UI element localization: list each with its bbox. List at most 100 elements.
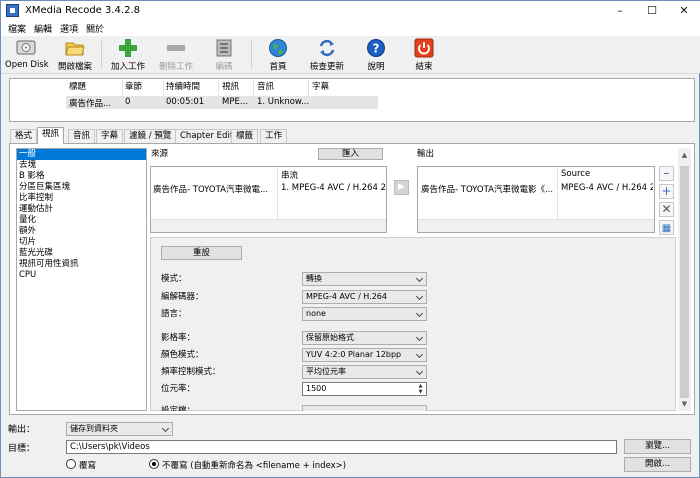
- remove-job-button[interactable]: 刪除工作: [155, 38, 197, 72]
- column-divider: [277, 167, 278, 219]
- browse-button[interactable]: 瀏覽...: [624, 439, 691, 454]
- add-stream-button[interactable]: +: [659, 184, 674, 199]
- minus-icon: –: [663, 166, 670, 180]
- home-button[interactable]: 首頁: [263, 38, 293, 72]
- preset-select[interactable]: [302, 405, 427, 411]
- category-item-cpu[interactable]: CPU: [17, 270, 146, 281]
- column-divider: [253, 80, 254, 96]
- power-icon: [414, 38, 434, 58]
- source-title-cell[interactable]: 廣告作品- TOYOTA汽車微電...: [153, 183, 275, 195]
- category-item-general[interactable]: 一般: [17, 149, 146, 160]
- open-folder-button[interactable]: 開啟...: [624, 457, 691, 472]
- tab-tags[interactable]: 標籤: [231, 129, 259, 143]
- help-button[interactable]: ? 說明: [363, 38, 389, 72]
- job-col-audio[interactable]: 音訊: [257, 80, 274, 96]
- remove-stream-button[interactable]: –: [659, 166, 674, 181]
- tab-filter-preview[interactable]: 濾鏡 / 預覽: [124, 129, 177, 143]
- output-source-cell[interactable]: MPEG-4 AVC / H.264 23.98: [561, 183, 653, 193]
- target-path-input[interactable]: C:\Users\pk\Videos: [66, 440, 617, 454]
- category-item-ratecontrol[interactable]: 比率控制: [17, 193, 146, 204]
- category-item-bluray[interactable]: 藍光光碟: [17, 248, 146, 259]
- add-stream-arrow-button[interactable]: ▶: [394, 180, 409, 195]
- stream-grid-button[interactable]: ▦: [659, 220, 674, 235]
- menu-file[interactable]: 檔案: [8, 22, 26, 35]
- job-cell-chapter: 0: [125, 97, 131, 107]
- category-item-vui[interactable]: 視訊可用性資訊: [17, 259, 146, 270]
- menu-options[interactable]: 選項: [60, 22, 78, 35]
- bitrate-label: 位元率：: [161, 384, 196, 394]
- job-col-title[interactable]: 標題: [69, 80, 86, 96]
- category-item-motion[interactable]: 運動估計: [17, 204, 146, 215]
- reset-button[interactable]: 重設: [161, 246, 242, 260]
- source-stream-cell[interactable]: 1. MPEG-4 AVC / H.264 23.98 H: [281, 183, 386, 193]
- app-window: XMedia Recode 3.4.2.8 – ☐ ✕ 檔案 編輯 選項 關於 …: [0, 0, 700, 478]
- check-update-button[interactable]: 檢查更新: [307, 38, 347, 72]
- help-label: 說明: [367, 62, 385, 72]
- category-item-partitions[interactable]: 分區巨集區塊: [17, 182, 146, 193]
- output-title-cell[interactable]: 廣告作品- TOYOTA汽車微電影《...: [421, 183, 555, 195]
- maximize-button[interactable]: ☐: [637, 1, 667, 21]
- globe-icon: [268, 38, 288, 58]
- encode-label: 編碼: [215, 62, 233, 72]
- framerate-select[interactable]: 保留原始格式: [302, 331, 427, 345]
- encode-button[interactable]: 編碼: [207, 38, 241, 72]
- tab-jobs[interactable]: 工作: [260, 129, 288, 143]
- column-divider: [218, 80, 219, 96]
- bitrate-input[interactable]: 1500 ▲ ▼: [302, 382, 427, 396]
- job-col-duration[interactable]: 持續時間: [166, 80, 200, 96]
- overwrite-radio[interactable]: [66, 459, 76, 469]
- category-item-extra[interactable]: 額外: [17, 226, 146, 237]
- help-icon: ?: [366, 38, 386, 58]
- encode-icon: [214, 38, 234, 58]
- output-mode-select[interactable]: 儲存到資料夾: [66, 422, 173, 436]
- minimize-button[interactable]: –: [605, 1, 635, 21]
- toolbar-separator: [101, 41, 102, 69]
- output-col-source[interactable]: Source: [561, 169, 590, 179]
- close-icon: ✕: [661, 202, 672, 216]
- open-disk-button[interactable]: Open Disk: [5, 38, 49, 70]
- job-col-subtitle[interactable]: 字幕: [312, 80, 329, 96]
- mode-select[interactable]: 轉換: [302, 272, 427, 286]
- window-title: XMedia Recode 3.4.2.8: [25, 5, 140, 16]
- job-col-video[interactable]: 視訊: [222, 80, 239, 96]
- output-mode-label: 輸出：: [8, 425, 36, 435]
- check-update-label: 檢查更新: [309, 62, 344, 72]
- import-button[interactable]: 匯入: [318, 148, 383, 160]
- scroll-down-icon[interactable]: ▼: [680, 400, 689, 410]
- codec-select[interactable]: MPEG-4 AVC / H.264: [302, 290, 427, 304]
- bitrate-spinner[interactable]: ▲ ▼: [416, 383, 425, 395]
- delete-stream-button[interactable]: ✕: [659, 202, 674, 217]
- column-divider: [163, 80, 164, 96]
- column-divider: [122, 80, 123, 96]
- tab-format[interactable]: 格式: [10, 129, 38, 143]
- close-window-button[interactable]: ✕: [669, 1, 699, 21]
- output-label: 輸出: [417, 149, 435, 159]
- column-divider: [308, 80, 309, 96]
- job-cell-audio: 1. Unknow...: [257, 97, 310, 107]
- color-mode-select[interactable]: YUV 4:2:0 Planar 12bpp: [302, 348, 427, 362]
- source-hscrollbar[interactable]: [151, 219, 386, 232]
- job-col-chapter[interactable]: 章節: [125, 80, 142, 96]
- open-file-button[interactable]: 開啟檔案: [53, 38, 97, 72]
- plus-icon: +: [661, 184, 672, 198]
- menu-about[interactable]: 關於: [86, 22, 104, 35]
- tab-audio[interactable]: 音訊: [68, 129, 96, 143]
- language-select[interactable]: none: [302, 307, 427, 321]
- svg-text:?: ?: [373, 42, 380, 56]
- category-item-slices[interactable]: 切片: [17, 237, 146, 248]
- scrollbar-thumb[interactable]: [680, 166, 689, 398]
- exit-button[interactable]: 結束: [411, 38, 437, 72]
- tab-subtitle[interactable]: 字幕: [96, 129, 124, 143]
- rate-control-select[interactable]: 平均位元率: [302, 365, 427, 379]
- category-item-bframes[interactable]: B 影格: [17, 171, 146, 182]
- add-job-button[interactable]: 加入工作: [108, 38, 148, 72]
- no-overwrite-radio[interactable]: [149, 459, 159, 469]
- category-item-deblock[interactable]: 去塊: [17, 160, 146, 171]
- output-hscrollbar[interactable]: [418, 219, 654, 232]
- source-col-stream[interactable]: 串流: [281, 169, 298, 181]
- tab-video[interactable]: 視訊: [37, 127, 65, 144]
- category-item-quantization[interactable]: 量化: [17, 215, 146, 226]
- menu-edit[interactable]: 編輯: [34, 22, 52, 35]
- no-overwrite-label: 不覆寫 (自動重新命名為 <filename + index>): [162, 461, 347, 471]
- scroll-up-icon[interactable]: ▲: [680, 151, 689, 161]
